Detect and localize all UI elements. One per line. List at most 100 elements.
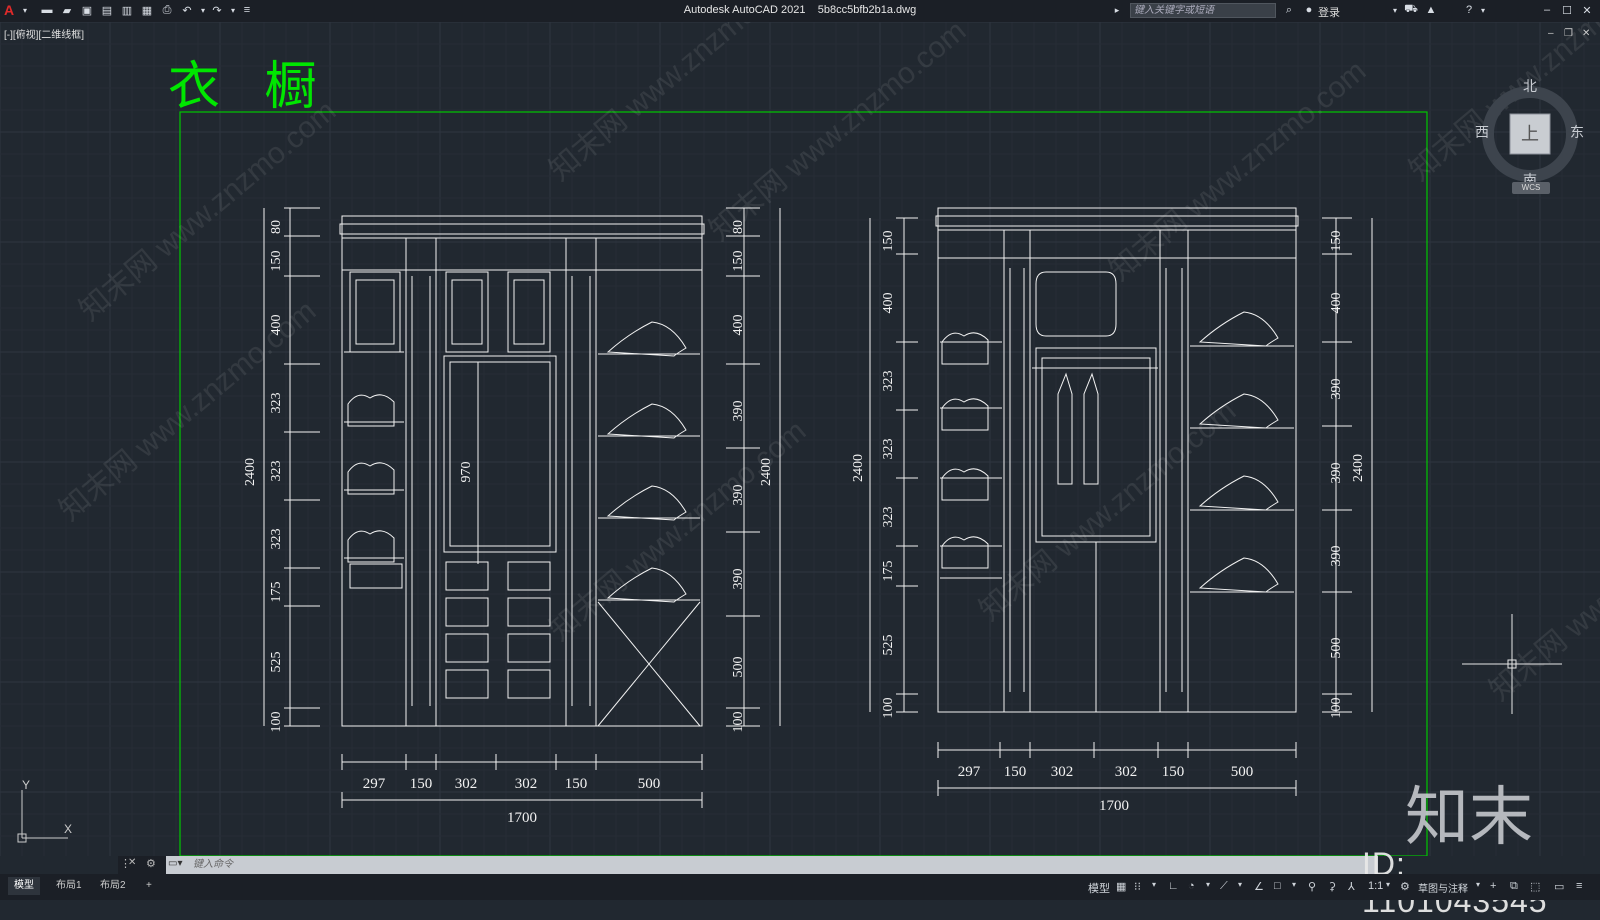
- left-vdim-0[interactable]: 80: [269, 220, 284, 234]
- print-icon[interactable]: ⎙: [160, 3, 174, 17]
- right-rvdim-0[interactable]: 150: [1329, 231, 1344, 252]
- object-snap-icon[interactable]: □: [1274, 880, 1281, 892]
- save-as-icon[interactable]: ▤: [100, 3, 114, 17]
- recent-commands-icon[interactable]: ▭▾: [168, 858, 182, 869]
- autocad-logo-icon[interactable]: A: [2, 2, 16, 18]
- left-vdim-8[interactable]: 100: [269, 712, 284, 733]
- left-rvdim-3[interactable]: 390: [731, 401, 746, 422]
- plot-preview-icon[interactable]: ▦: [140, 3, 154, 17]
- tab-layout1[interactable]: 布局1: [50, 877, 88, 895]
- left-rvdim-6[interactable]: 500: [731, 657, 746, 678]
- help-icon[interactable]: ?: [1462, 3, 1476, 17]
- customize-icon[interactable]: ≡: [240, 3, 254, 17]
- expand-arrow-icon[interactable]: ▸: [1110, 3, 1124, 17]
- right-rvdim-5[interactable]: 500: [1329, 638, 1344, 659]
- login-dropdown-icon[interactable]: ▾: [1388, 3, 1402, 17]
- command-input[interactable]: 键入命令: [193, 857, 233, 873]
- right-vdim-7[interactable]: 100: [881, 698, 896, 719]
- right-rvdim-1[interactable]: 400: [1329, 293, 1344, 314]
- left-vdim-6[interactable]: 175: [269, 582, 284, 603]
- right-hdim-5[interactable]: 500: [1231, 764, 1254, 780]
- right-hdim-0[interactable]: 297: [958, 764, 981, 780]
- left-vdim-3[interactable]: 323: [269, 393, 284, 414]
- viewcube-west[interactable]: 西: [1475, 122, 1489, 142]
- left-hdim-4[interactable]: 150: [565, 776, 588, 792]
- tab-add[interactable]: +: [140, 877, 158, 895]
- customize-status-bar-icon[interactable]: ≡: [1576, 880, 1582, 892]
- ortho-icon[interactable]: ∟: [1168, 880, 1179, 892]
- command-line[interactable]: ▭▾: [166, 856, 1378, 874]
- right-hdim-1[interactable]: 150: [1004, 764, 1027, 780]
- cmdline-grip[interactable]: ⋮ ✕ ⚙: [118, 856, 166, 874]
- object-snap-dropdown-icon[interactable]: ▾: [1292, 880, 1296, 889]
- left-rvdim-7[interactable]: 100: [731, 712, 746, 733]
- left-hdim-3[interactable]: 302: [515, 776, 538, 792]
- dim-970-text[interactable]: 970: [459, 462, 474, 483]
- polar-dropdown-icon[interactable]: ▾: [1206, 880, 1210, 889]
- left-rvdim-1[interactable]: 150: [731, 251, 746, 272]
- cmdline-customize-icon[interactable]: ⚙: [146, 857, 156, 870]
- right-hdim-3[interactable]: 302: [1115, 764, 1138, 780]
- cmdline-close-icon[interactable]: ✕: [128, 857, 136, 868]
- annotation-visibility-icon[interactable]: ⚲: [1308, 880, 1316, 893]
- maximize-icon[interactable]: ☐: [1560, 3, 1574, 17]
- right-rvdim-6[interactable]: 100: [1329, 698, 1344, 719]
- redo-dropdown-icon[interactable]: ▾: [226, 3, 240, 17]
- auto-scale-icon[interactable]: ⚳: [1328, 880, 1336, 893]
- annotation-scale-icon[interactable]: ⅄: [1348, 880, 1355, 893]
- drawing-viewport[interactable]: [-][俯视][二维线框] – ❐ ✕ 衣 橱 970 80 150 400 323 32…: [0, 22, 1600, 856]
- left-rvdim-2[interactable]: 400: [731, 315, 746, 336]
- left-vdim-4[interactable]: 323: [269, 461, 284, 482]
- right-overall-height-right[interactable]: 2400: [1351, 454, 1366, 482]
- viewcube-east[interactable]: 东: [1570, 122, 1584, 142]
- right-rvdim-3[interactable]: 390: [1329, 463, 1344, 484]
- left-vdim-1[interactable]: 150: [269, 251, 284, 272]
- workspace-switch[interactable]: 草图与注释: [1418, 880, 1468, 895]
- cart-icon[interactable]: ⛟: [1404, 3, 1418, 17]
- viewcube-top-face[interactable]: 上: [1521, 120, 1539, 146]
- isolate-objects-icon[interactable]: ⧉: [1510, 880, 1518, 893]
- plus-icon[interactable]: +: [1490, 880, 1496, 892]
- close-icon[interactable]: ✕: [1580, 3, 1594, 17]
- right-vdim-3[interactable]: 323: [881, 439, 896, 460]
- right-vdim-6[interactable]: 525: [881, 635, 896, 656]
- right-hdim-2[interactable]: 302: [1051, 764, 1074, 780]
- hardware-acceleration-icon[interactable]: ⬚: [1530, 880, 1540, 893]
- annotation-scale-dropdown-icon[interactable]: ▾: [1386, 880, 1390, 889]
- viewcube-north[interactable]: 北: [1523, 76, 1537, 96]
- right-vdim-1[interactable]: 400: [881, 293, 896, 314]
- clean-screen-icon[interactable]: ▭: [1554, 880, 1564, 893]
- workspace-gear-icon[interactable]: ⚙: [1400, 880, 1410, 893]
- user-icon[interactable]: ●: [1302, 3, 1316, 17]
- left-hdim-0[interactable]: 297: [363, 776, 386, 792]
- left-overall-height[interactable]: 2400: [243, 458, 258, 486]
- tab-model[interactable]: 模型: [8, 877, 40, 895]
- right-vdim-0[interactable]: 150: [881, 231, 896, 252]
- wcs-menu[interactable]: WCS: [1512, 182, 1550, 194]
- left-rvdim-5[interactable]: 390: [731, 569, 746, 590]
- snap-icon[interactable]: ⁝⁝: [1134, 880, 1141, 893]
- left-vdim-5[interactable]: 323: [269, 529, 284, 550]
- tab-layout2[interactable]: 布局2: [94, 877, 132, 895]
- app-menu-chevron-icon[interactable]: ▾: [18, 3, 32, 17]
- isodraft-icon[interactable]: ⟋: [1220, 880, 1228, 893]
- right-hdim-4[interactable]: 150: [1162, 764, 1185, 780]
- right-vdim-2[interactable]: 323: [881, 371, 896, 392]
- redo-icon[interactable]: ↷: [210, 3, 224, 17]
- grid-icon[interactable]: ▦: [1116, 880, 1126, 893]
- snap-dropdown-icon[interactable]: ▾: [1152, 880, 1156, 889]
- minimize-icon[interactable]: –: [1540, 3, 1554, 17]
- cad-drawing[interactable]: 9708015040032332332317552510024008015040…: [0, 22, 1600, 856]
- object-snap-tracking-icon[interactable]: ∠: [1254, 880, 1264, 893]
- right-vdim-4[interactable]: 323: [881, 507, 896, 528]
- annotation-scale-value[interactable]: 1:1: [1368, 880, 1383, 892]
- undo-icon[interactable]: ↶: [180, 3, 194, 17]
- isodraft-dropdown-icon[interactable]: ▾: [1238, 880, 1242, 889]
- undo-dropdown-icon[interactable]: ▾: [196, 3, 210, 17]
- viewcube[interactable]: 北 南 东 西 上: [1475, 78, 1584, 188]
- web-icon[interactable]: ▥: [120, 3, 134, 17]
- workspace-dropdown-icon[interactable]: ▾: [1476, 880, 1480, 889]
- left-overall-width[interactable]: 1700: [507, 810, 537, 826]
- search-icon[interactable]: ⌕: [1282, 3, 1296, 17]
- left-hdim-5[interactable]: 500: [638, 776, 661, 792]
